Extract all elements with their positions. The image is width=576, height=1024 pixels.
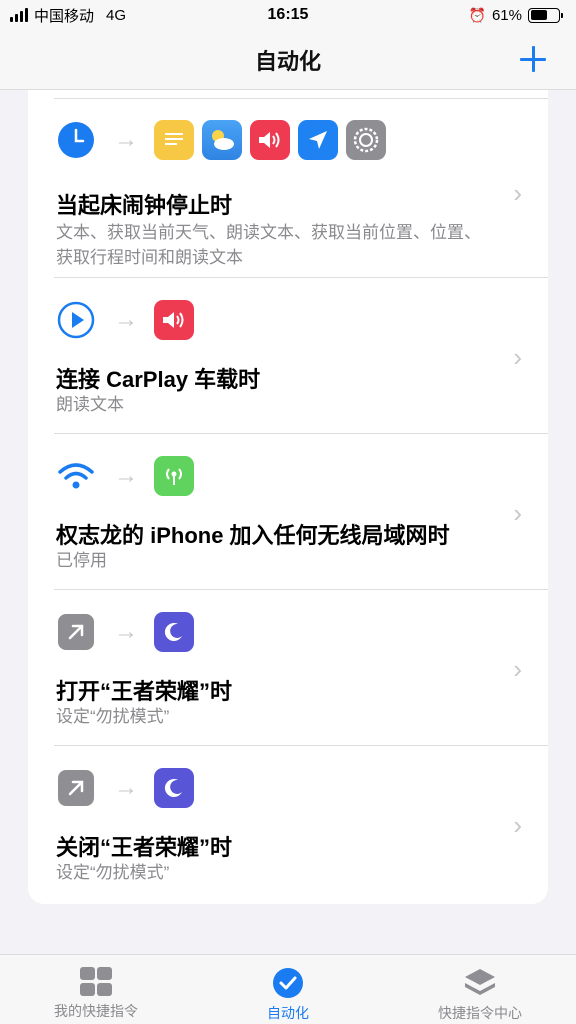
tab-label: 我的快捷指令 bbox=[54, 1003, 138, 1019]
automation-subtitle: 已停用 bbox=[56, 551, 107, 570]
text-icon bbox=[154, 120, 194, 160]
moon-icon bbox=[154, 612, 194, 652]
icon-strip: → bbox=[56, 300, 202, 340]
speak-icon bbox=[250, 120, 290, 160]
location-icon bbox=[298, 120, 338, 160]
add-automation-button[interactable] bbox=[518, 44, 548, 74]
carplay-icon bbox=[56, 300, 96, 340]
alarm-icon: ⏰ bbox=[468, 6, 486, 23]
layers-icon bbox=[465, 969, 495, 995]
clock-icon bbox=[56, 120, 96, 160]
chevron-right-icon: › bbox=[513, 178, 522, 208]
nav-bar: 自动化 bbox=[0, 30, 576, 90]
automation-title: 当起床闹钟停止时 bbox=[56, 193, 233, 218]
arrow-icon: → bbox=[114, 774, 138, 801]
tab-bar: 我的快捷指令 自动化 快捷指令中心 bbox=[0, 954, 576, 1024]
chevron-right-icon: › bbox=[513, 342, 522, 372]
moon-icon bbox=[154, 768, 194, 808]
speak-icon bbox=[154, 300, 194, 340]
automation-row[interactable]: → 关闭“王者荣耀”时 设定“勿扰模式” › bbox=[28, 746, 548, 904]
carrier-label: 中国移动 bbox=[34, 7, 95, 25]
automation-title: 连接 CarPlay 车载时 bbox=[56, 367, 261, 392]
automation-row[interactable]: → 当起床闹钟停止时 文本、获取当前天气、朗读文本、获取当前位置、位置、获取行程… bbox=[28, 98, 548, 278]
status-right: ⏰ 61% bbox=[468, 6, 563, 24]
tab-label: 自动化 bbox=[267, 1005, 309, 1021]
icon-strip: → bbox=[56, 120, 394, 160]
status-left: 中国移动 4G bbox=[10, 5, 126, 26]
settings-icon bbox=[346, 120, 386, 160]
arrow-icon: → bbox=[114, 618, 138, 645]
automation-row[interactable]: → 打开“王者荣耀”时 设定“勿扰模式” › bbox=[28, 590, 548, 746]
chevron-right-icon: › bbox=[513, 498, 522, 528]
chevron-right-icon: › bbox=[513, 654, 522, 684]
tab-automation[interactable]: 自动化 bbox=[193, 967, 383, 1023]
automation-row[interactable]: → 连接 CarPlay 车载时 朗读文本 › bbox=[28, 278, 548, 434]
arrow-icon: → bbox=[114, 462, 138, 489]
automation-title: 打开“王者荣耀”时 bbox=[56, 679, 233, 704]
tab-my-shortcuts[interactable]: 我的快捷指令 bbox=[1, 967, 191, 1021]
grid-icon bbox=[80, 967, 112, 996]
automation-subtitle: 朗读文本 bbox=[56, 395, 124, 414]
icon-strip: → bbox=[56, 456, 202, 496]
network-label: 4G bbox=[106, 6, 127, 24]
automation-subtitle: 设定“勿扰模式” bbox=[56, 863, 170, 882]
automation-row[interactable]: → 权志龙的 iPhone 加入任何无线局域网时 已停用 › bbox=[28, 434, 548, 590]
arrow-icon: → bbox=[114, 126, 138, 153]
tab-label: 快捷指令中心 bbox=[438, 1005, 522, 1021]
automation-subtitle: 设定“勿扰模式” bbox=[56, 707, 170, 726]
battery-icon bbox=[528, 7, 563, 23]
automation-title: 权志龙的 iPhone 加入任何无线局域网时 bbox=[56, 523, 450, 548]
weather-icon bbox=[202, 120, 242, 160]
cellular-icon bbox=[154, 456, 194, 496]
signal-strength-icon bbox=[10, 8, 28, 22]
automation-title: 关闭“王者荣耀”时 bbox=[56, 835, 233, 860]
battery-percent: 61% bbox=[491, 6, 522, 24]
open-app-icon bbox=[56, 612, 96, 652]
automation-subtitle: 文本、获取当前天气、朗读文本、获取当前位置、位置、获取行程时间和朗读文本 bbox=[56, 223, 481, 267]
tab-gallery[interactable]: 快捷指令中心 bbox=[385, 967, 575, 1023]
open-app-icon bbox=[56, 768, 96, 808]
checkmark-circle-icon bbox=[273, 968, 303, 998]
status-bar: 中国移动 4G 16:15 ⏰ 61% bbox=[0, 0, 576, 30]
icon-strip: → bbox=[56, 768, 202, 808]
icon-strip: → bbox=[56, 612, 202, 652]
automation-list: → 当起床闹钟停止时 文本、获取当前天气、朗读文本、获取当前位置、位置、获取行程… bbox=[28, 90, 548, 904]
chevron-right-icon: › bbox=[513, 810, 522, 840]
wifi-icon bbox=[56, 456, 96, 496]
arrow-icon: → bbox=[114, 306, 138, 333]
page-title: 自动化 bbox=[254, 48, 321, 74]
